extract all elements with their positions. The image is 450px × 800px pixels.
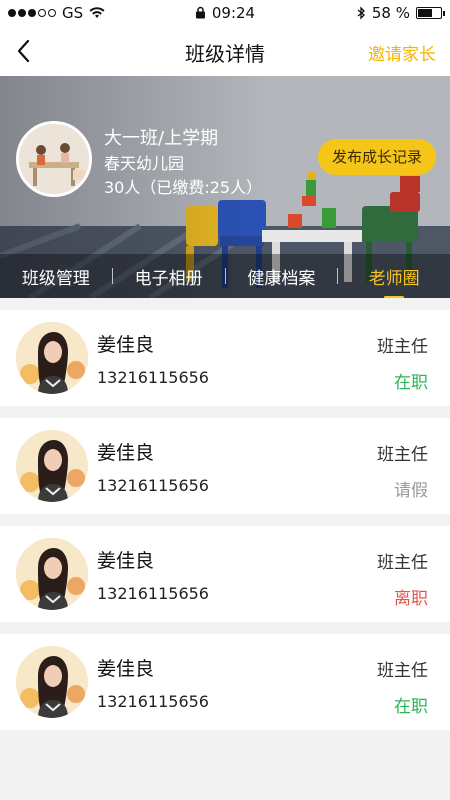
teacher-status: 请假 — [394, 481, 428, 501]
teacher-status: 在职 — [394, 373, 428, 393]
teacher-photo-image — [16, 646, 88, 718]
invite-parents-button[interactable]: 邀请家长 — [368, 40, 436, 65]
time-label: 09:24 — [211, 4, 256, 22]
tab-class-management[interactable]: 班级管理 — [0, 264, 112, 289]
teacher-phone: 13216115656 — [97, 476, 209, 495]
teacher-role: 班主任 — [377, 337, 428, 357]
teacher-name: 姜佳良 — [97, 550, 155, 572]
teacher-list: 姜佳良 13216115656 班主任 在职 姜佳良 13216115656 班… — [0, 310, 450, 742]
status-bar: GS 09:24 58 % — [0, 0, 450, 26]
teacher-status: 离职 — [394, 589, 428, 609]
teacher-role: 班主任 — [377, 661, 428, 681]
class-avatar — [16, 121, 92, 197]
teacher-name: 姜佳良 — [97, 658, 155, 680]
teacher-photo-image — [16, 538, 88, 610]
bluetooth-icon — [357, 6, 365, 20]
teacher-avatar — [16, 322, 88, 394]
lock-icon — [195, 6, 205, 19]
status-right: 58 % — [357, 4, 445, 22]
teacher-avatar — [16, 430, 88, 502]
class-tabs: 班级管理 电子相册 健康档案 老师圈 — [0, 254, 450, 298]
teacher-phone: 13216115656 — [97, 584, 209, 603]
teacher-status: 在职 — [394, 697, 428, 717]
class-banner: 大一班/上学期 春天幼儿园 30人（已缴费:25人） 发布成长记录 班级管理 电… — [0, 76, 450, 298]
teacher-name: 姜佳良 — [97, 442, 155, 464]
student-count: 30人（已缴费:25人） — [104, 178, 263, 197]
publish-growth-record-button[interactable]: 发布成长记录 — [317, 139, 436, 175]
teacher-avatar — [16, 538, 88, 610]
teacher-card[interactable]: 姜佳良 13216115656 班主任 在职 — [0, 634, 450, 730]
battery-icon — [416, 7, 445, 19]
teacher-photo-image — [16, 430, 88, 502]
nav-bar: 班级详情 邀请家长 — [0, 26, 450, 76]
teacher-card[interactable]: 姜佳良 13216115656 班主任 在职 — [0, 310, 450, 406]
tab-teacher-circle[interactable]: 老师圈 — [338, 264, 450, 289]
back-arrow-icon[interactable] — [10, 36, 40, 66]
class-avatar-image — [19, 124, 89, 194]
teacher-card[interactable]: 姜佳良 13216115656 班主任 离职 — [0, 526, 450, 622]
teacher-avatar — [16, 646, 88, 718]
school-name: 春天幼儿园 — [104, 154, 185, 173]
teacher-name: 姜佳良 — [97, 334, 155, 356]
class-name: 大一班/上学期 — [104, 128, 219, 149]
teacher-phone: 13216115656 — [97, 368, 209, 387]
teacher-role: 班主任 — [377, 445, 428, 465]
teacher-card[interactable]: 姜佳良 13216115656 班主任 请假 — [0, 418, 450, 514]
teacher-role: 班主任 — [377, 553, 428, 573]
battery-label: 58 % — [371, 4, 410, 22]
teacher-photo-image — [16, 322, 88, 394]
teacher-phone: 13216115656 — [97, 692, 209, 711]
tab-photo-album[interactable]: 电子相册 — [113, 264, 225, 289]
tab-health-records[interactable]: 健康档案 — [226, 264, 338, 289]
